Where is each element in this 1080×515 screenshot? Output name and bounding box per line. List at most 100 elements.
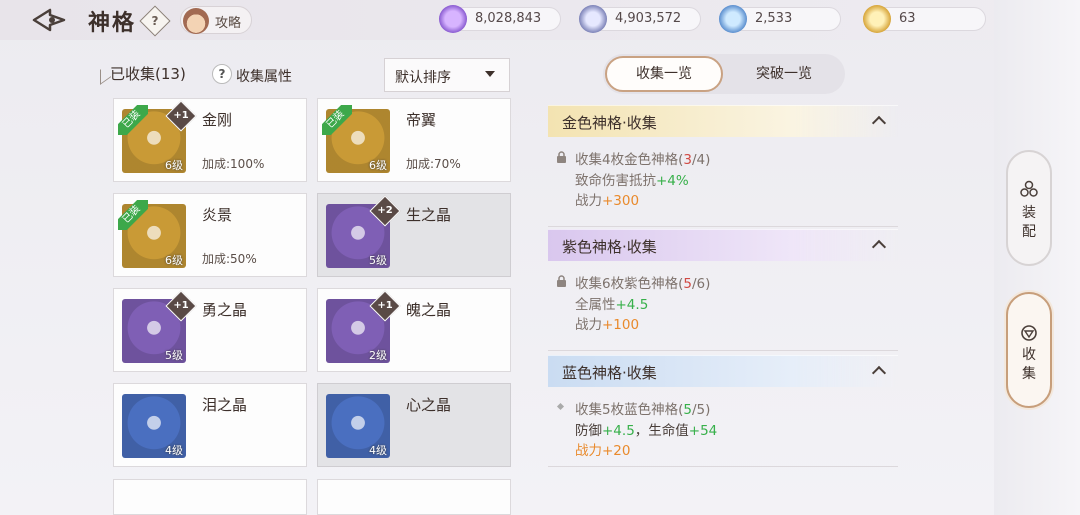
section-body: 收集6枚紫色神格(5/6) 全属性+4.5 战力+100	[548, 261, 898, 351]
plus-label: +2	[377, 205, 393, 216]
collect-condition: 收集4枚金色神格(3/4)	[575, 152, 711, 168]
question-icon: ?	[151, 14, 159, 28]
shard-gem-icon: 4级	[122, 394, 186, 458]
equip-label-1: 装	[1022, 205, 1036, 221]
gem-level: 5级	[165, 349, 183, 362]
equip-label-2: 配	[1022, 224, 1036, 240]
guide-avatar-icon	[183, 8, 209, 34]
lock-icon	[557, 275, 566, 287]
section-title: 紫色神格·收集	[562, 238, 657, 256]
resource-value: 8,028,843	[475, 11, 542, 26]
card-name: 金刚	[202, 111, 233, 129]
lock-icon	[557, 151, 566, 163]
card-item[interactable]: 5级 +2 生之晶	[317, 193, 511, 277]
section-body: 收集4枚金色神格(3/4) 致命伤害抵抗+4% 战力+300	[548, 137, 898, 227]
shard-gem-icon: 4级	[326, 394, 390, 458]
gem-level: 6级	[369, 159, 387, 172]
collect-condition: 收集5枚蓝色神格(5/5)	[575, 402, 711, 418]
resource-silver[interactable]: 4,903,572	[579, 5, 701, 33]
collect-label-1: 收	[1022, 347, 1036, 363]
plus-label: +1	[173, 300, 189, 311]
card-name: 泪之晶	[202, 396, 248, 414]
card-partial[interactable]	[317, 479, 511, 515]
top-bar: 神格 ? 攻略 8,028,843 4,903,572 2,533 63	[0, 0, 1080, 40]
back-arrow-icon[interactable]	[30, 6, 68, 34]
gem-level: 5级	[369, 254, 387, 267]
equip-side-button[interactable]: 装 配	[1006, 150, 1052, 266]
card-name: 帝翼	[406, 111, 437, 129]
resource-gold[interactable]: 63	[863, 5, 986, 33]
gold-coin-icon	[863, 5, 891, 33]
page-title: 神格	[88, 11, 137, 36]
card-name: 心之晶	[406, 396, 452, 414]
blue-orb-icon	[719, 5, 747, 33]
gem-level: 4级	[165, 444, 183, 457]
collected-count: 已收集(13)	[110, 65, 186, 83]
resource-crystal[interactable]: 8,028,843	[439, 5, 561, 33]
equipped-ribbon: 已装	[118, 200, 148, 230]
resource-orb[interactable]: 2,533	[719, 5, 841, 33]
card-item[interactable]: 4级 泪之晶	[113, 383, 307, 467]
card-bonus: 加成:100%	[202, 157, 265, 171]
card-name: 炎景	[202, 206, 233, 224]
equipped-ribbon: 已装	[322, 105, 352, 135]
chevron-up-icon[interactable]	[871, 365, 887, 381]
card-item[interactable]: 2级 +1 魄之晶	[317, 288, 511, 372]
plus-label: +1	[377, 300, 393, 311]
gold-collection-section: 金色神格·收集 收集4枚金色神格(3/4) 致命伤害抵抗+4% 战力+300	[548, 105, 898, 227]
resource-value: 63	[899, 11, 916, 26]
card-name: 生之晶	[406, 206, 452, 224]
plus-label: +1	[173, 110, 189, 121]
card-bonus: 加成:50%	[202, 252, 257, 266]
tab-collection-overview[interactable]: 收集一览	[605, 56, 723, 92]
equipped-ribbon: 已装	[118, 105, 148, 135]
collect-attribute: 防御+4.5，生命值+54	[575, 423, 718, 439]
tab-breakthrough-overview[interactable]: 突破一览	[725, 56, 843, 92]
gem-level: 6级	[165, 159, 183, 172]
gem-level: 6级	[165, 254, 183, 267]
guide-button[interactable]: 攻略	[180, 6, 252, 34]
equipped-label: 已装	[118, 105, 148, 135]
view-tabs: 收集一览 突破一览	[603, 54, 845, 94]
card-item[interactable]: 4级 心之晶	[317, 383, 511, 467]
collect-attribute: 致命伤害抵抗+4%	[575, 173, 689, 189]
sort-dropdown[interactable]: 默认排序	[384, 58, 510, 92]
collect-attribute: 全属性+4.5	[575, 297, 649, 313]
collect-condition: 收集6枚紫色神格(5/6)	[575, 276, 711, 292]
gem-level: 4级	[369, 444, 387, 457]
collect-side-button[interactable]: 收 集	[1006, 292, 1052, 408]
section-title: 金色神格·收集	[562, 114, 657, 132]
collect-attr-link[interactable]: 收集属性	[236, 66, 292, 86]
card-item[interactable]: 5级 +1 勇之晶	[113, 288, 307, 372]
attr-help-button[interactable]: ?	[212, 64, 232, 84]
card-item[interactable]: 6级 已装 +1 金刚加成:100%	[113, 98, 307, 182]
card-item[interactable]: 6级 已装 帝翼加成:70%	[317, 98, 511, 182]
collect-power: 战力+300	[575, 193, 640, 209]
section-title: 蓝色神格·收集	[562, 364, 657, 382]
crystal-book-icon	[439, 5, 467, 33]
collect-label-2: 集	[1022, 366, 1036, 382]
card-partial[interactable]	[113, 479, 307, 515]
chevron-up-icon[interactable]	[871, 115, 887, 131]
target-icon	[1021, 325, 1037, 341]
section-header[interactable]: 金色神格·收集	[548, 105, 898, 137]
help-button[interactable]: ?	[139, 5, 171, 37]
gem-level: 2级	[369, 349, 387, 362]
card-name: 魄之晶	[406, 301, 452, 319]
diamond-bullet-icon	[556, 402, 565, 411]
equipped-label: 已装	[322, 105, 352, 135]
section-header[interactable]: 紫色神格·收集	[548, 229, 898, 261]
card-name: 勇之晶	[202, 301, 248, 319]
chevron-up-icon[interactable]	[871, 239, 887, 255]
guide-label: 攻略	[215, 16, 242, 31]
collect-power: 战力+100	[575, 317, 640, 333]
card-item[interactable]: 6级 已装 炎景加成:50%	[113, 193, 307, 277]
section-body: 收集5枚蓝色神格(5/5) 防御+4.5，生命值+54 战力+20	[548, 387, 898, 467]
sort-label: 默认排序	[395, 70, 451, 86]
chevron-down-icon	[485, 71, 495, 77]
collect-power: 战力+20	[575, 443, 631, 459]
section-header[interactable]: 蓝色神格·收集	[548, 355, 898, 387]
card-bonus: 加成:70%	[406, 157, 461, 171]
cluster-icon	[1020, 180, 1038, 197]
equipped-label: 已装	[118, 200, 148, 230]
